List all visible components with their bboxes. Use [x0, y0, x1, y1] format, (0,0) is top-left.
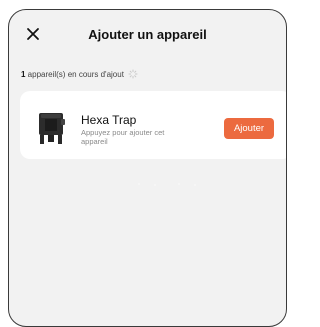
dialog-title: Ajouter un appareil [88, 27, 207, 42]
add-device-sheet: Ajouter un appareil 1 appareil(s) en cou… [8, 9, 287, 327]
add-device-button[interactable]: Ajouter [224, 118, 274, 139]
loading-dots-icon [138, 183, 196, 186]
loading-spinner-icon [128, 69, 138, 79]
dialog-header: Ajouter un appareil [9, 10, 286, 58]
trap-device-icon [39, 113, 65, 144]
device-card[interactable]: Hexa Trap Appuyez pour ajouter cet appar… [20, 91, 286, 159]
device-name: Hexa Trap [81, 113, 137, 127]
adding-status: 1 appareil(s) en cours d'ajout [21, 69, 138, 79]
device-hint: Appuyez pour ajouter cet appareil [81, 128, 165, 146]
adding-status-text: appareil(s) en cours d'ajout [25, 70, 124, 79]
